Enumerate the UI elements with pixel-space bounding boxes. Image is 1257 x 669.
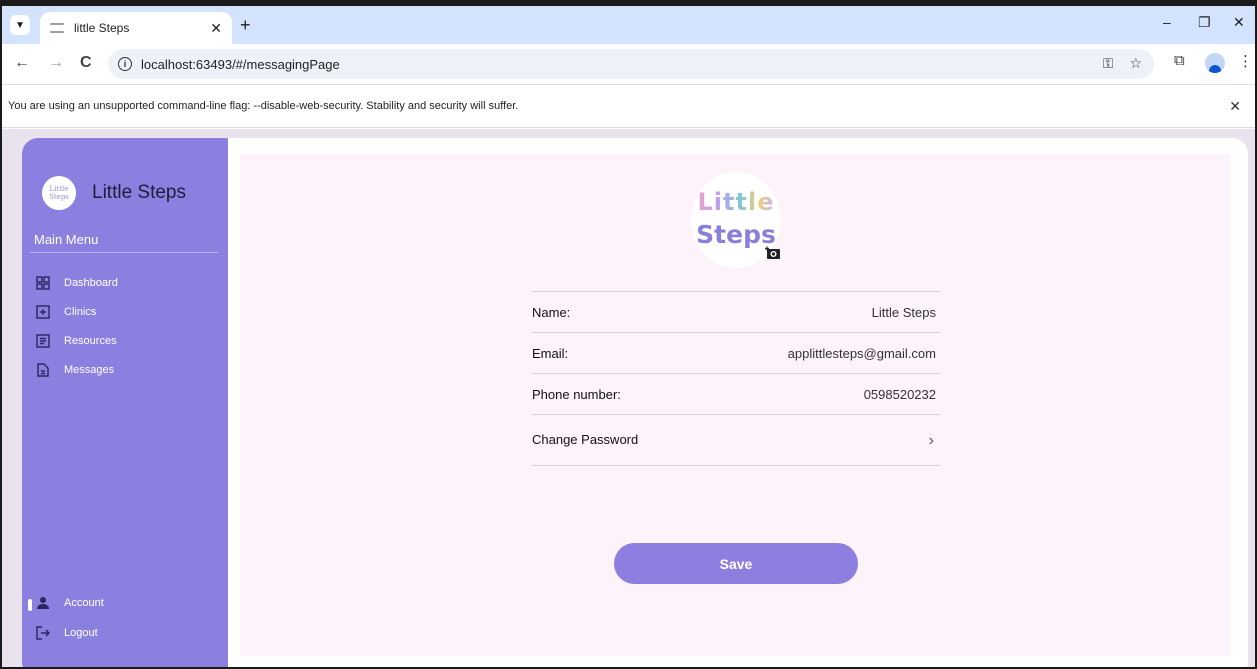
tab-close-button[interactable]: ✕	[210, 20, 222, 37]
profile-avatar-icon[interactable]	[1205, 53, 1225, 73]
email-label: Email:	[532, 345, 569, 361]
browser-menu-button[interactable]: ⋮	[1238, 52, 1253, 70]
sidebar-item-messages[interactable]: Messages	[36, 363, 114, 377]
phone-label: Phone number:	[532, 386, 621, 402]
sidebar-item-label: Clinics	[64, 306, 97, 318]
menu-divider	[30, 252, 218, 253]
profile-content: Little Steps Name: Little Steps Email: a…	[240, 154, 1230, 656]
sidebar-item-label: Dashboard	[64, 277, 118, 289]
sidebar-item-label: Messages	[64, 364, 115, 376]
person-icon	[37, 597, 49, 609]
bookmark-star-icon[interactable]: ☆	[1129, 55, 1142, 72]
sidebar-item-account[interactable]: Account	[36, 596, 104, 610]
window-close-button[interactable]: ✕	[1233, 14, 1245, 31]
logo-word-steps: Steps	[696, 220, 776, 249]
name-value[interactable]: Little Steps	[872, 305, 936, 320]
browser-window: ▼ little Steps ✕ + – ❐ ✕ ← → C i localho…	[0, 0, 1257, 669]
sidebar-item-dashboard[interactable]: Dashboard	[36, 276, 118, 290]
brand-name: Little Steps	[92, 182, 186, 203]
minimize-button[interactable]: –	[1163, 14, 1171, 30]
favicon-icon	[50, 23, 64, 33]
logo-word-little: Little	[697, 188, 775, 216]
page-viewport: Little Steps Little Steps Main Menu Dash…	[2, 129, 1255, 667]
url-text[interactable]: localhost:63493/#/messagingPage	[141, 57, 340, 72]
sidebar-item-resources[interactable]: Resources	[36, 334, 117, 348]
sidebar-item-logout[interactable]: Logout	[36, 626, 98, 640]
change-password-label: Change Password	[532, 432, 639, 447]
address-bar[interactable]: i localhost:63493/#/messagingPage ⚿ ☆	[108, 49, 1154, 79]
dashboard-icon	[36, 276, 50, 290]
logout-icon	[36, 626, 50, 640]
brand-logo-line1: Little	[49, 185, 69, 193]
sidebar-item-clinics[interactable]: Clinics	[36, 305, 96, 319]
chevron-right-icon: ›	[928, 432, 934, 449]
restore-button[interactable]: ❐	[1198, 14, 1211, 31]
sidebar: Little Steps Little Steps Main Menu Dash…	[22, 138, 228, 667]
active-indicator	[28, 599, 32, 611]
sidebar-item-label: Resources	[64, 335, 117, 347]
save-button[interactable]: Save	[614, 543, 858, 584]
infobar-message: You are using an unsupported command-lin…	[8, 100, 519, 112]
document-icon	[37, 363, 49, 377]
app-card: Little Steps Little Steps Main Menu Dash…	[22, 138, 1248, 667]
name-label: Name:	[532, 304, 571, 320]
list-icon	[36, 334, 50, 348]
profile-fields: Name: Little Steps Email: applittlesteps…	[532, 291, 940, 466]
field-row-email: Email: applittlesteps@gmail.com	[532, 332, 940, 373]
brand: Little Steps Little Steps	[42, 176, 186, 210]
new-tab-button[interactable]: +	[240, 15, 251, 36]
plus-box-icon	[36, 305, 50, 319]
browser-toolbar: ← → C i localhost:63493/#/messagingPage …	[2, 44, 1255, 84]
main-menu-title: Main Menu	[34, 232, 99, 247]
forward-button[interactable]: →	[48, 54, 64, 72]
sidebar-item-label: Account	[64, 597, 104, 609]
extensions-icon[interactable]: ⧉	[1174, 52, 1185, 69]
change-password-row[interactable]: Change Password ›	[532, 414, 940, 466]
tab-title: little Steps	[74, 21, 130, 35]
back-button[interactable]: ←	[14, 54, 30, 72]
tab-search-button[interactable]: ▼	[10, 15, 30, 35]
sidebar-item-label: Logout	[64, 627, 98, 639]
field-row-name: Name: Little Steps	[532, 291, 940, 332]
reload-button[interactable]: C	[80, 54, 92, 72]
infobar-close-button[interactable]: ✕	[1229, 98, 1241, 115]
brand-logo-line2: Steps	[49, 193, 69, 201]
profile-avatar[interactable]: Little Steps	[691, 172, 781, 268]
site-info-icon[interactable]: i	[118, 57, 132, 71]
password-key-icon[interactable]: ⚿	[1103, 55, 1114, 72]
add-photo-camera-icon[interactable]	[765, 246, 781, 260]
tab-strip: ▼ little Steps ✕ + – ❐ ✕	[2, 6, 1255, 44]
brand-logo: Little Steps	[42, 176, 76, 210]
warning-infobar: You are using an unsupported command-lin…	[2, 84, 1255, 128]
logo-text-little: Little	[691, 188, 781, 216]
field-row-phone: Phone number: 0598520232	[532, 373, 940, 414]
phone-value[interactable]: 0598520232	[864, 387, 936, 402]
email-value[interactable]: applittlesteps@gmail.com	[788, 346, 936, 361]
browser-tab[interactable]: little Steps ✕	[40, 12, 232, 44]
